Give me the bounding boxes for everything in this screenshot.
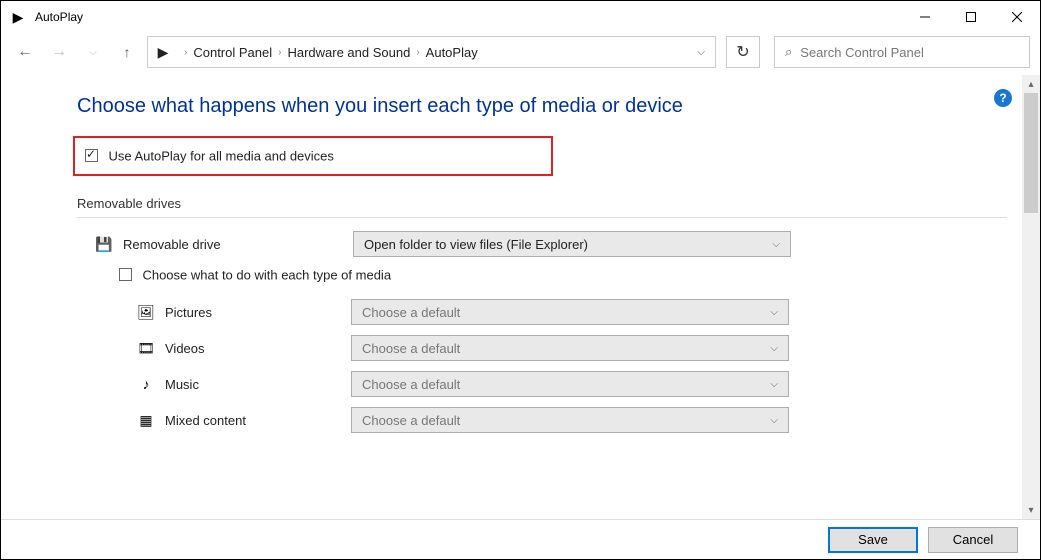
media-label: Videos <box>165 341 351 356</box>
minimize-button[interactable] <box>902 1 948 33</box>
choose-each-label[interactable]: Choose what to do with each type of medi… <box>142 267 391 282</box>
back-button[interactable]: ← <box>11 38 39 66</box>
close-button[interactable] <box>994 1 1040 33</box>
search-icon: ⌕ <box>785 44 792 60</box>
breadcrumb-item[interactable]: Hardware and Sound <box>287 45 410 60</box>
up-button[interactable]: ↑ <box>113 38 141 66</box>
autoplay-icon: ▶ <box>154 43 172 61</box>
chevron-down-icon: ⌵ <box>770 415 778 426</box>
media-dropdown[interactable]: Choose a default⌵ <box>351 371 789 397</box>
use-autoplay-highlight: Use AutoPlay for all media and devices <box>73 136 553 176</box>
window-title: AutoPlay <box>35 10 83 24</box>
chevron-down-icon: ⌵ <box>770 343 778 354</box>
use-autoplay-checkbox[interactable] <box>85 149 98 162</box>
search-placeholder: Search Control Panel <box>800 45 924 60</box>
use-autoplay-label[interactable]: Use AutoPlay for all media and devices <box>108 148 333 163</box>
removable-drive-label: Removable drive <box>123 237 353 252</box>
search-input[interactable]: ⌕ Search Control Panel <box>774 36 1030 68</box>
media-icon: ▦ <box>137 411 155 429</box>
titlebar: ▶ AutoPlay <box>1 1 1040 33</box>
breadcrumb-item[interactable]: AutoPlay <box>426 45 478 60</box>
maximize-button[interactable] <box>948 1 994 33</box>
navbar: ← → ⌵ ↑ ▶ › Control Panel › Hardware and… <box>1 33 1040 71</box>
media-label: Mixed content <box>165 413 351 428</box>
address-dropdown[interactable]: ⌵ <box>687 47 715 58</box>
help-icon[interactable]: ? <box>994 89 1012 107</box>
autoplay-icon: ▶ <box>9 8 27 26</box>
scroll-down-icon[interactable]: ▾ <box>1022 501 1040 519</box>
drive-icon: 💾 <box>95 235 113 253</box>
scrollbar[interactable]: ▴ ▾ <box>1022 75 1040 519</box>
media-icon: ♪ <box>137 375 155 393</box>
footer: Save Cancel <box>1 519 1040 559</box>
chevron-right-icon: › <box>184 47 187 58</box>
chevron-down-icon: ⌵ <box>772 239 780 250</box>
scroll-up-icon[interactable]: ▴ <box>1022 75 1040 93</box>
media-dropdown[interactable]: Choose a default⌵ <box>351 299 789 325</box>
page-heading: Choose what happens when you insert each… <box>77 95 1040 118</box>
choose-each-checkbox[interactable] <box>119 268 132 281</box>
media-label: Pictures <box>165 305 351 320</box>
removable-drive-dropdown[interactable]: Open folder to view files (File Explorer… <box>353 231 791 257</box>
scroll-thumb[interactable] <box>1024 93 1038 213</box>
refresh-button[interactable]: ↻ <box>726 36 760 68</box>
save-button[interactable]: Save <box>828 527 918 553</box>
content-panel: Choose what happens when you insert each… <box>1 75 1040 523</box>
media-icon: 🖼 <box>137 303 155 321</box>
media-dropdown[interactable]: Choose a default⌵ <box>351 407 789 433</box>
chevron-right-icon: › <box>278 47 281 58</box>
section-removable-title: Removable drives <box>77 196 1040 211</box>
breadcrumb-item[interactable]: Control Panel <box>193 45 272 60</box>
chevron-right-icon: › <box>416 47 419 58</box>
media-icon: 🎞 <box>137 339 155 357</box>
address-bar[interactable]: ▶ › Control Panel › Hardware and Sound ›… <box>147 36 716 68</box>
divider <box>77 217 1007 218</box>
cancel-button[interactable]: Cancel <box>928 527 1018 553</box>
forward-button[interactable]: → <box>45 38 73 66</box>
chevron-down-icon: ⌵ <box>770 379 778 390</box>
recent-dropdown[interactable]: ⌵ <box>79 38 107 66</box>
media-label: Music <box>165 377 351 392</box>
media-dropdown[interactable]: Choose a default⌵ <box>351 335 789 361</box>
chevron-down-icon: ⌵ <box>770 307 778 318</box>
